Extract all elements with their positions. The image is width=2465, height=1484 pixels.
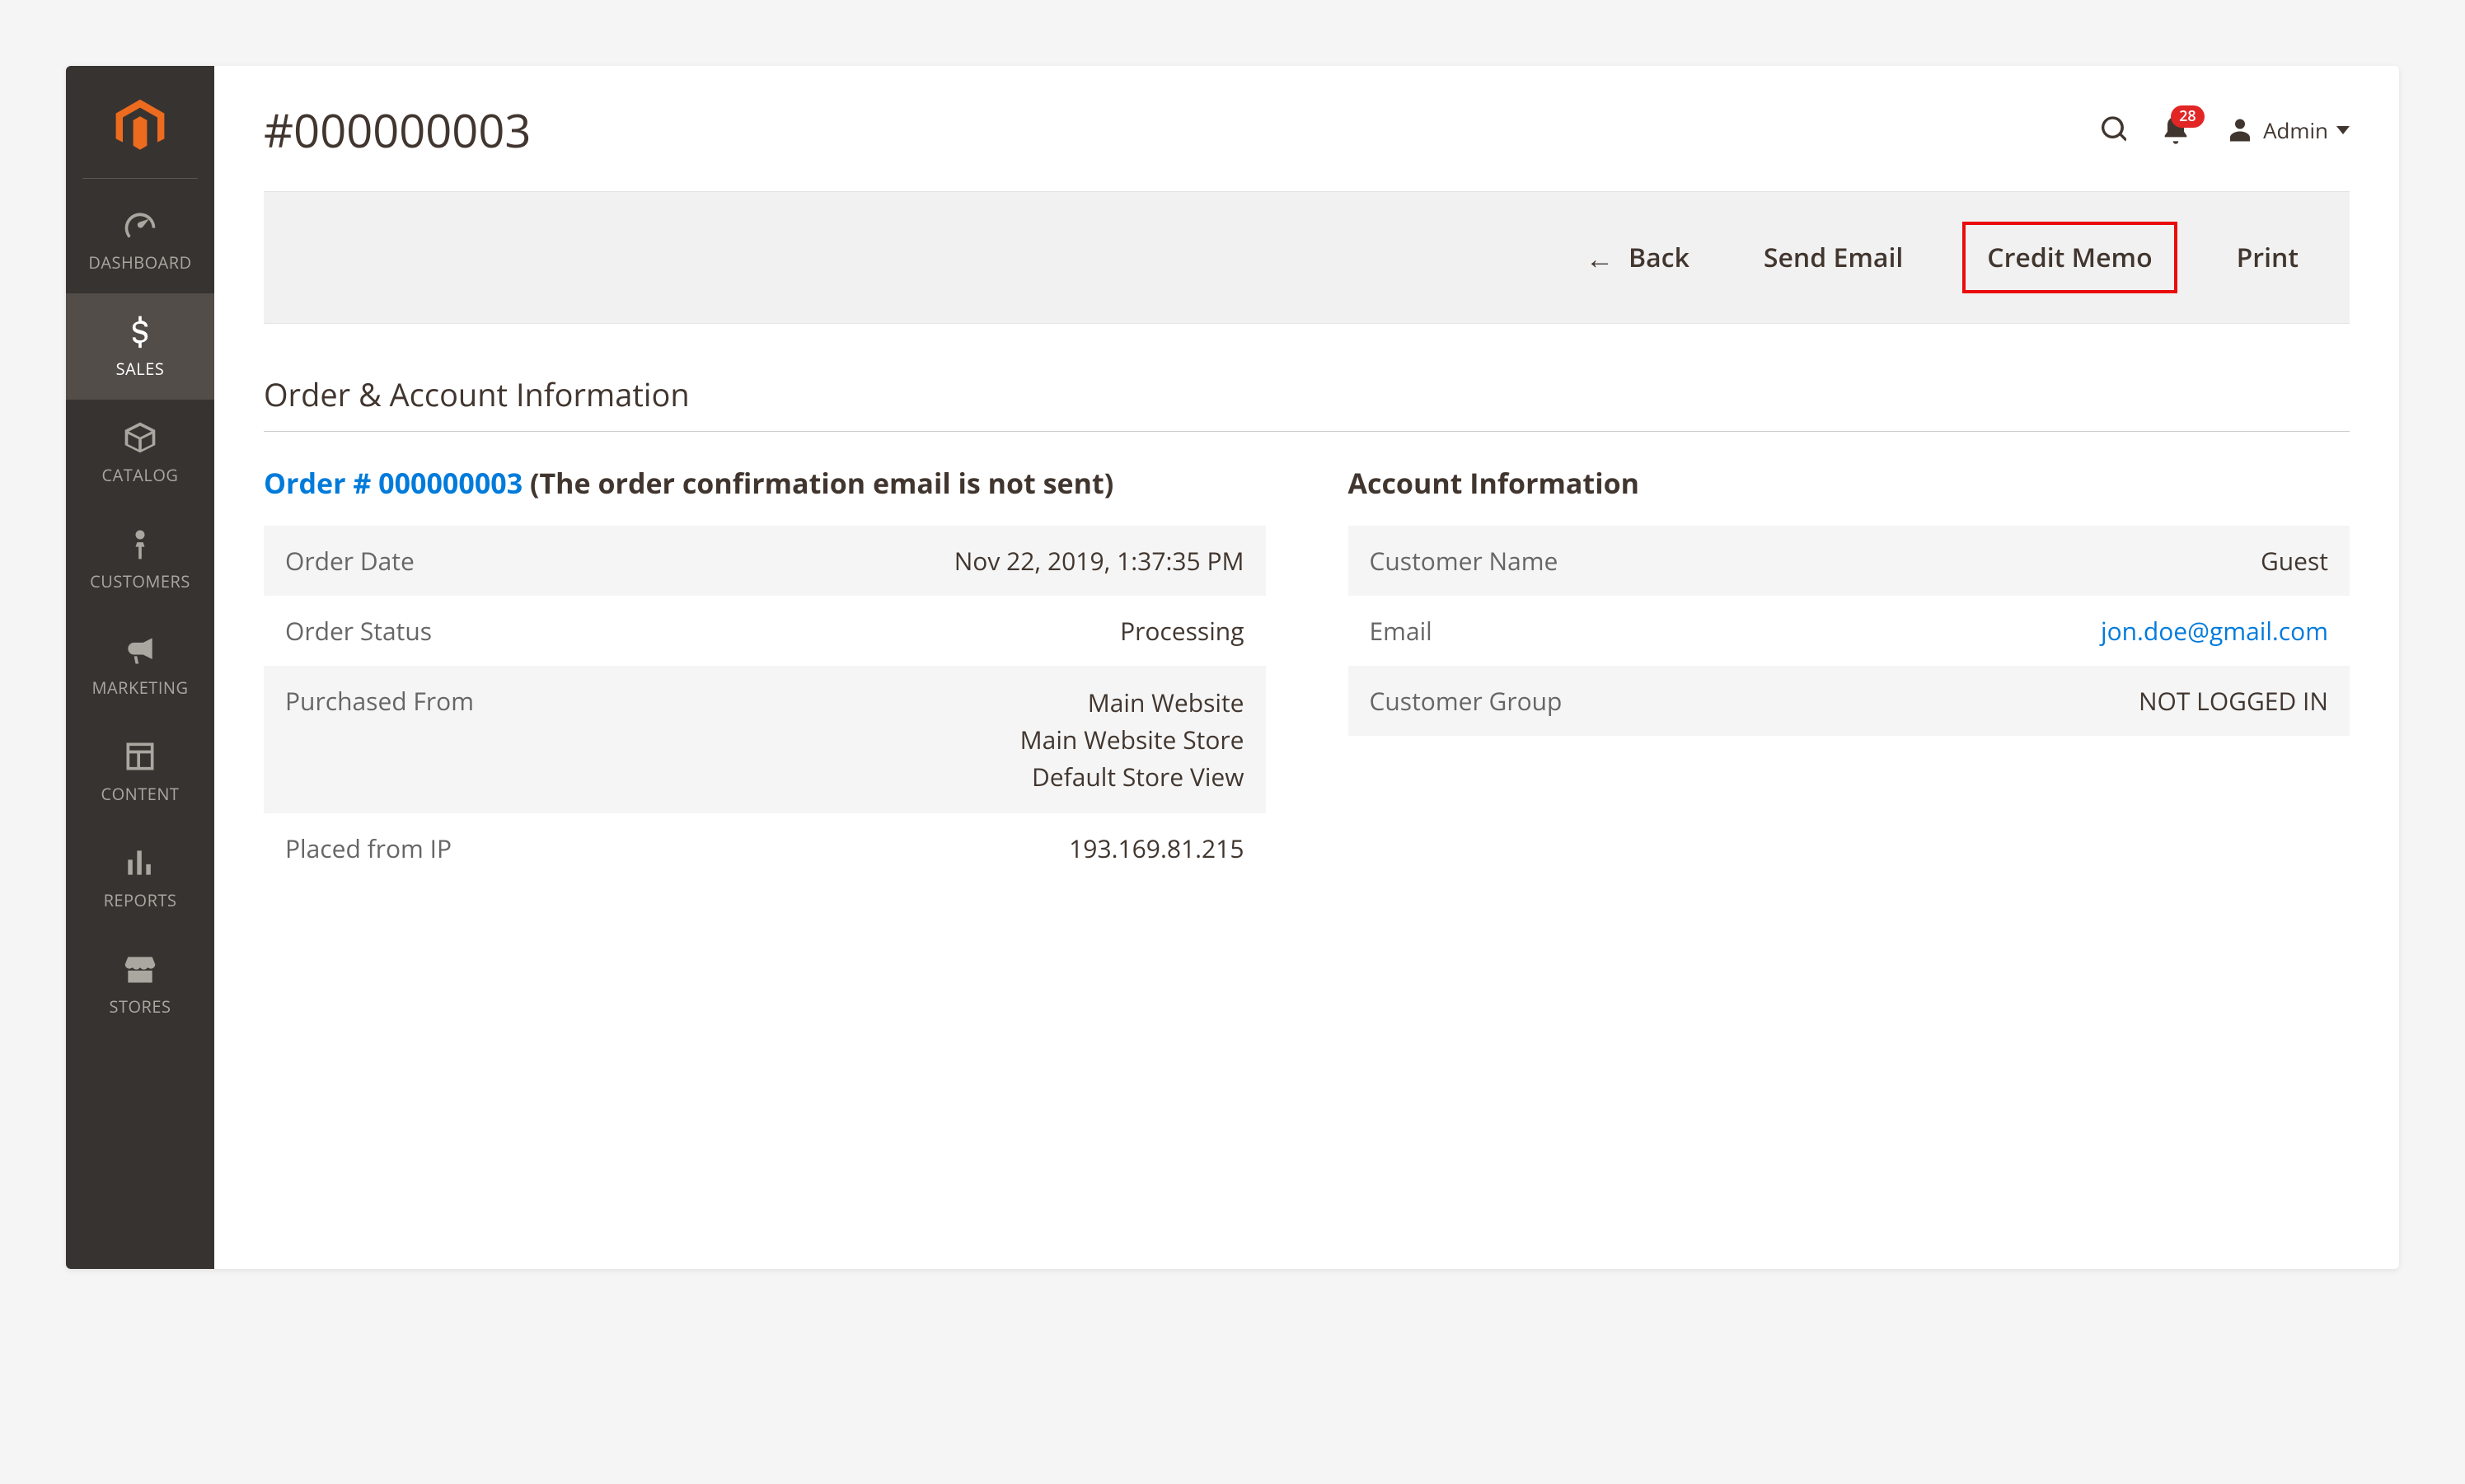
order-date-value: Nov 22, 2019, 1:37:35 PM (744, 526, 1265, 596)
sidebar-item-label: CUSTOMERS (90, 570, 190, 592)
account-info-column: Account Information Customer Name Guest … (1348, 465, 2350, 883)
store-icon (122, 951, 158, 987)
sidebar-item-dashboard[interactable]: DASHBOARD (66, 187, 214, 293)
order-date-label: Order Date (264, 526, 744, 596)
search-icon (2093, 114, 2126, 147)
order-status-label: Order Status (264, 596, 744, 666)
topbar-actions: 28 Admin (2093, 114, 2350, 147)
credit-memo-label: Credit Memo (1987, 240, 2152, 275)
customer-email-label: Email (1348, 596, 1829, 666)
customer-email-value[interactable]: jon.doe@gmail.com (1829, 596, 2350, 666)
box-icon (122, 419, 158, 456)
sidebar-item-label: CATALOG (102, 464, 179, 486)
page-title: #000000003 (264, 99, 2093, 162)
customer-group-value: NOT LOGGED IN (1829, 666, 2350, 736)
back-label: Back (1628, 240, 1689, 275)
layout-icon (122, 738, 158, 775)
table-row: Order Status Processing (264, 596, 1266, 666)
sidebar-item-label: DASHBOARD (88, 251, 191, 274)
info-columns: Order # 000000003 (The order confirmatio… (264, 465, 2350, 883)
section-title: Order & Account Information (264, 373, 2350, 432)
user-label: Admin (2263, 115, 2328, 145)
sidebar-item-sales[interactable]: SALES (66, 293, 214, 400)
table-row: Purchased From Main Website Main Website… (264, 666, 1266, 813)
action-bar: ← Back Send Email Credit Memo Print (264, 191, 2350, 324)
user-menu-button[interactable]: Admin (2225, 115, 2350, 145)
purchased-from-label: Purchased From (264, 666, 744, 813)
person-icon (122, 526, 158, 562)
topbar: #000000003 28 Admin (264, 99, 2350, 191)
order-info-table: Order Date Nov 22, 2019, 1:37:35 PM Orde… (264, 526, 1266, 883)
customer-group-label: Customer Group (1348, 666, 1829, 736)
purchased-from-value: Main Website Main Website Store Default … (744, 666, 1265, 813)
bar-chart-icon (122, 845, 158, 881)
megaphone-icon (122, 632, 158, 668)
sidebar-item-label: STORES (110, 995, 171, 1018)
sidebar-item-label: REPORTS (104, 889, 177, 911)
credit-memo-button[interactable]: Credit Memo (1962, 222, 2177, 293)
notifications-button[interactable]: 28 (2159, 114, 2192, 147)
print-label: Print (2237, 240, 2299, 275)
admin-sidebar: DASHBOARD SALES CATALOG CUSTOMERS MARKET (66, 66, 214, 1269)
dollar-icon (122, 313, 158, 349)
placed-ip-value: 193.169.81.215 (744, 813, 1265, 883)
sidebar-item-label: SALES (116, 358, 165, 380)
table-row: Placed from IP 193.169.81.215 (264, 813, 1266, 883)
notifications-badge: 28 (2171, 105, 2205, 128)
table-row: Customer Name Guest (1348, 526, 2350, 596)
send-email-button[interactable]: Send Email (1749, 232, 1918, 283)
user-icon (2225, 115, 2255, 145)
sidebar-item-customers[interactable]: CUSTOMERS (66, 506, 214, 612)
order-info-column: Order # 000000003 (The order confirmatio… (264, 465, 1266, 883)
placed-ip-label: Placed from IP (264, 813, 744, 883)
arrow-left-icon: ← (1586, 239, 1614, 277)
magento-logo[interactable] (82, 82, 198, 179)
search-button[interactable] (2093, 114, 2126, 147)
sidebar-item-content[interactable]: CONTENT (66, 719, 214, 825)
main-content: #000000003 28 Admin ← Back (214, 66, 2399, 1269)
table-row: Email jon.doe@gmail.com (1348, 596, 2350, 666)
sidebar-item-reports[interactable]: REPORTS (66, 825, 214, 931)
sidebar-item-marketing[interactable]: MARKETING (66, 612, 214, 719)
app-window: DASHBOARD SALES CATALOG CUSTOMERS MARKET (66, 66, 2399, 1269)
sidebar-item-label: MARKETING (91, 676, 188, 699)
chevron-down-icon (2336, 126, 2350, 134)
customer-name-value: Guest (1829, 526, 2350, 596)
account-heading: Account Information (1348, 465, 2350, 503)
print-button[interactable]: Print (2222, 232, 2313, 283)
table-row: Order Date Nov 22, 2019, 1:37:35 PM (264, 526, 1266, 596)
account-info-table: Customer Name Guest Email jon.doe@gmail.… (1348, 526, 2350, 736)
sidebar-item-catalog[interactable]: CATALOG (66, 400, 214, 506)
order-status-value: Processing (744, 596, 1265, 666)
order-link[interactable]: Order # 000000003 (264, 464, 523, 502)
sidebar-item-stores[interactable]: STORES (66, 931, 214, 1037)
table-row: Customer Group NOT LOGGED IN (1348, 666, 2350, 736)
sidebar-item-label: CONTENT (101, 783, 180, 805)
order-heading: Order # 000000003 (The order confirmatio… (264, 465, 1266, 503)
customer-name-label: Customer Name (1348, 526, 1829, 596)
gauge-icon (122, 207, 158, 243)
send-email-label: Send Email (1764, 240, 1903, 275)
back-button[interactable]: ← Back (1571, 231, 1704, 285)
